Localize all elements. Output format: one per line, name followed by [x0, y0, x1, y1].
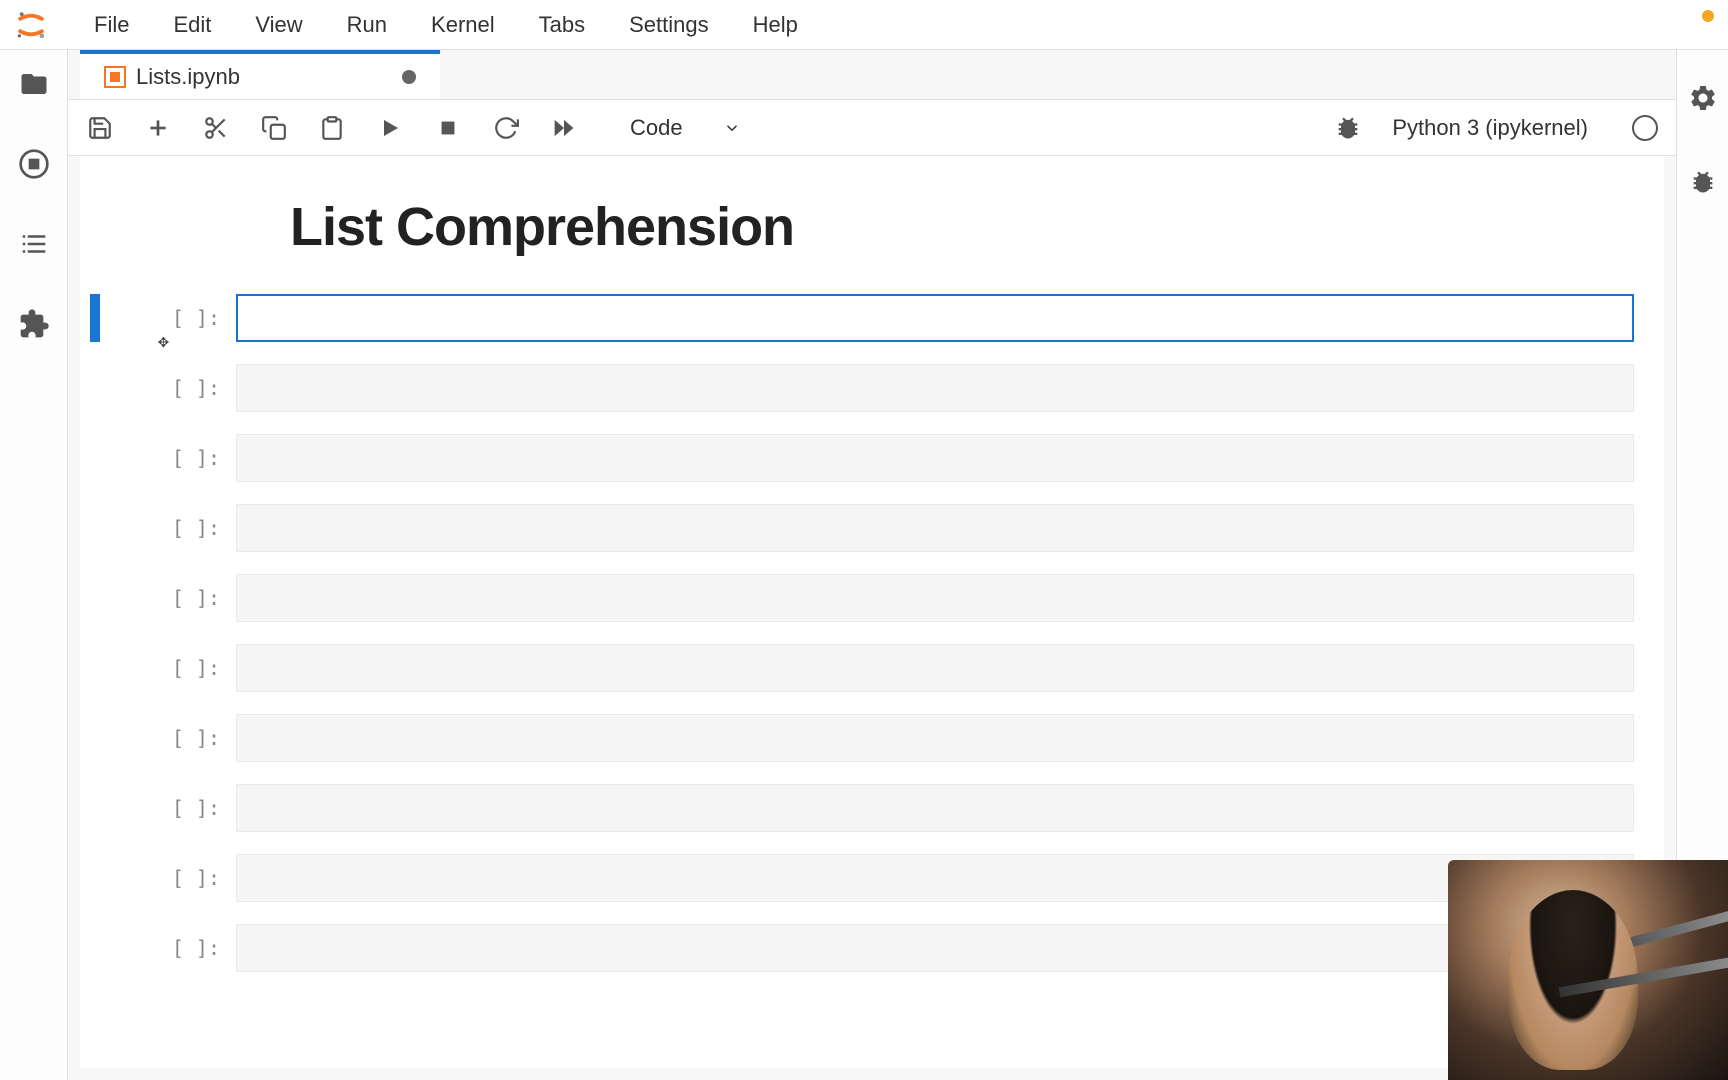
cell-editor[interactable] — [236, 294, 1634, 342]
code-cell[interactable]: [ ]: — [90, 924, 1634, 972]
restart-run-all-icon[interactable] — [550, 114, 578, 142]
menu-run[interactable]: Run — [325, 8, 409, 42]
cell-selection-marker — [90, 364, 100, 412]
cell-editor[interactable] — [236, 364, 1634, 412]
cell-selection-marker — [90, 644, 100, 692]
cell-selection-marker — [90, 714, 100, 762]
code-cell[interactable]: [ ]: — [90, 574, 1634, 622]
menubar: File Edit View Run Kernel Tabs Settings … — [0, 0, 1728, 50]
debug-icon[interactable] — [1334, 114, 1362, 142]
cell-prompt: [ ]: — [106, 644, 236, 692]
cell-editor[interactable] — [236, 434, 1634, 482]
code-cell[interactable]: [ ]: — [90, 644, 1634, 692]
debugger-sidebar-icon[interactable] — [1685, 164, 1721, 200]
cell-editor[interactable] — [236, 854, 1634, 902]
restart-icon[interactable] — [492, 114, 520, 142]
menu-tabs[interactable]: Tabs — [517, 8, 607, 42]
webcam-overlay — [1448, 860, 1728, 1080]
cell-type-select[interactable]: Code — [618, 115, 753, 141]
unsaved-dot-icon — [402, 70, 416, 84]
cell-editor[interactable] — [236, 714, 1634, 762]
cut-icon[interactable] — [202, 114, 230, 142]
code-cell[interactable]: [ ]: — [90, 714, 1634, 762]
jupyter-logo — [14, 8, 48, 42]
menu-settings[interactable]: Settings — [607, 8, 731, 42]
cell-prompt: [ ]: — [106, 434, 236, 482]
cell-selection-marker — [90, 294, 100, 342]
code-cell[interactable]: [ ]: — [90, 434, 1634, 482]
cell-editor[interactable] — [236, 924, 1634, 972]
running-terminals-icon[interactable] — [16, 146, 52, 182]
tab-title: Lists.ipynb — [136, 64, 392, 90]
paste-icon[interactable] — [318, 114, 346, 142]
code-cell[interactable]: [ ]: — [90, 504, 1634, 552]
tab-bar: Lists.ipynb — [68, 50, 1676, 100]
code-cell[interactable]: [ ]: — [90, 784, 1634, 832]
menu-view[interactable]: View — [233, 8, 324, 42]
menu-file[interactable]: File — [72, 8, 151, 42]
property-inspector-icon[interactable] — [1685, 80, 1721, 116]
file-browser-icon[interactable] — [16, 66, 52, 102]
chevron-down-icon — [723, 119, 741, 137]
extensions-icon[interactable] — [16, 306, 52, 342]
cell-prompt: [ ]: — [106, 574, 236, 622]
cell-type-label: Code — [630, 115, 683, 141]
save-icon[interactable] — [86, 114, 114, 142]
move-cursor-icon: ✥ — [158, 331, 169, 352]
cell-selection-marker — [90, 854, 100, 902]
window-minimize-dot[interactable] — [1702, 10, 1714, 22]
menu-help[interactable]: Help — [731, 8, 820, 42]
code-cell[interactable]: [ ]: — [90, 364, 1634, 412]
cell-prompt: [ ]: ✥ — [106, 294, 236, 342]
kernel-name[interactable]: Python 3 (ipykernel) — [1392, 115, 1588, 141]
left-activity-bar — [0, 50, 68, 1080]
add-cell-icon[interactable] — [144, 114, 172, 142]
notebook-toolbar: Code Python 3 (ipykernel) — [68, 100, 1676, 156]
cell-selection-marker — [90, 504, 100, 552]
cell-editor[interactable] — [236, 574, 1634, 622]
copy-icon[interactable] — [260, 114, 288, 142]
cell-prompt: [ ]: — [106, 784, 236, 832]
cell-selection-marker — [90, 434, 100, 482]
cell-editor[interactable] — [236, 784, 1634, 832]
markdown-heading: List Comprehension — [290, 196, 1634, 258]
menu-kernel[interactable]: Kernel — [409, 8, 517, 42]
menu-edit[interactable]: Edit — [151, 8, 233, 42]
run-icon[interactable] — [376, 114, 404, 142]
cell-selection-marker — [90, 784, 100, 832]
notebook-icon — [104, 66, 126, 88]
cell-prompt: [ ]: — [106, 504, 236, 552]
cell-prompt: [ ]: — [106, 854, 236, 902]
cell-editor[interactable] — [236, 644, 1634, 692]
cell-prompt: [ ]: — [106, 924, 236, 972]
notebook-body[interactable]: List Comprehension [ ]: ✥ [ ]: [ ]: — [80, 156, 1664, 1068]
stop-icon[interactable] — [434, 114, 462, 142]
cell-prompt: [ ]: — [106, 714, 236, 762]
cell-selection-marker — [90, 574, 100, 622]
cell-editor[interactable] — [236, 504, 1634, 552]
kernel-idle-icon[interactable] — [1632, 115, 1658, 141]
code-cell[interactable]: [ ]: ✥ — [90, 294, 1634, 342]
tab-lists-ipynb[interactable]: Lists.ipynb — [80, 50, 440, 99]
cell-prompt: [ ]: — [106, 364, 236, 412]
code-cell[interactable]: [ ]: — [90, 854, 1634, 902]
toc-icon[interactable] — [16, 226, 52, 262]
cell-selection-marker — [90, 924, 100, 972]
